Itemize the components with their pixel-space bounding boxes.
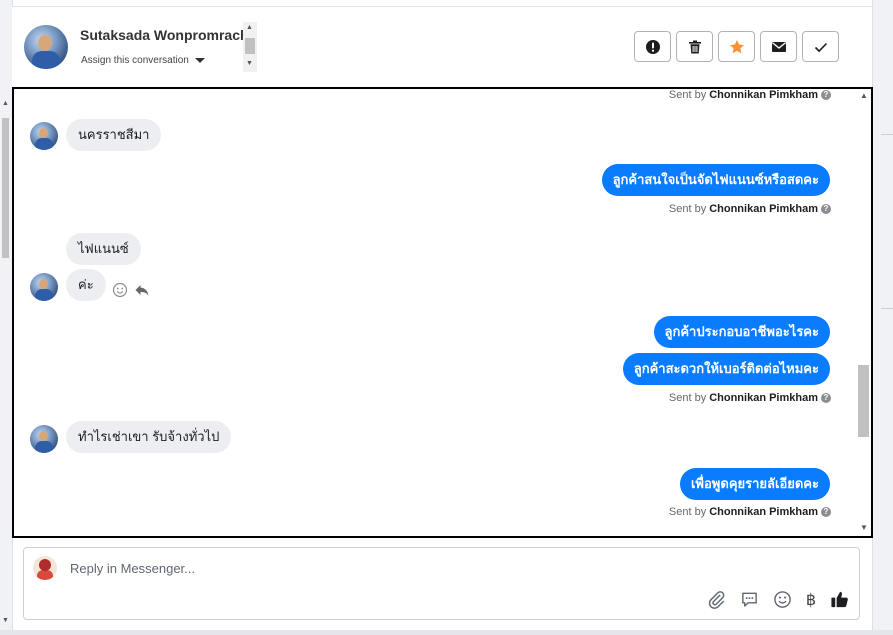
contact-avatar-small[interactable] bbox=[30, 425, 58, 453]
header-scrollbar-thumb[interactable] bbox=[245, 38, 255, 54]
check-icon bbox=[814, 42, 827, 52]
question-mark-icon[interactable]: ? bbox=[821, 90, 831, 100]
reply-input[interactable] bbox=[68, 560, 672, 577]
sent-by-label: Sent by Chonnikan Pimkham ? bbox=[669, 392, 831, 404]
message-tools bbox=[112, 282, 150, 298]
header-scrollbar[interactable]: ▲ ▼ bbox=[243, 22, 257, 72]
caret-down-icon bbox=[194, 58, 205, 63]
mark-done-button[interactable] bbox=[802, 31, 839, 62]
avatar-face bbox=[39, 279, 48, 289]
emoji-react-icon[interactable] bbox=[112, 282, 128, 298]
saved-replies-icon[interactable] bbox=[740, 590, 759, 609]
incoming-message[interactable]: ค่ะ bbox=[66, 269, 106, 301]
contact-name[interactable]: Sutaksada Wonpromrach bbox=[80, 27, 249, 43]
agent-name: Chonnikan Pimkham bbox=[709, 506, 818, 518]
sent-by-label: Sent by Chonnikan Pimkham ? bbox=[669, 203, 831, 215]
page-scrollbar-thumb[interactable] bbox=[2, 118, 9, 258]
sent-by-prefix: Sent by bbox=[668, 203, 707, 215]
avatar-face bbox=[39, 128, 48, 138]
scroll-down-arrow-icon[interactable]: ▼ bbox=[2, 617, 9, 624]
thread-scrollbar-thumb[interactable] bbox=[858, 365, 869, 437]
incoming-message[interactable]: ทำไรเช่าเขา รับจ้างทั่วไป bbox=[66, 421, 232, 453]
page-avatar bbox=[33, 556, 57, 580]
trash-icon bbox=[688, 40, 701, 53]
mark-unread-button[interactable] bbox=[760, 31, 797, 62]
avatar-body bbox=[37, 570, 53, 580]
reply-composer: ฿ bbox=[23, 547, 860, 620]
avatar-face bbox=[38, 35, 52, 51]
incoming-message[interactable]: นครราชสีมา bbox=[66, 119, 162, 151]
sent-by-label: Sent by Chonnikan Pimkham ? bbox=[669, 89, 831, 101]
star-icon bbox=[729, 39, 744, 53]
assign-label: Assign this conversation bbox=[81, 55, 189, 66]
paperclip-icon[interactable] bbox=[707, 590, 726, 609]
avatar-shirt bbox=[35, 289, 53, 301]
right-side-panel bbox=[872, 0, 893, 635]
divider bbox=[881, 134, 893, 135]
conversation-header: Sutaksada Wonpromrach Assign this conver… bbox=[12, 7, 872, 87]
envelope-icon bbox=[771, 41, 786, 52]
contact-avatar[interactable] bbox=[24, 25, 68, 69]
composer-tools: ฿ bbox=[707, 590, 849, 609]
scroll-up-arrow-icon[interactable]: ▲ bbox=[2, 100, 9, 107]
payment-baht-icon[interactable]: ฿ bbox=[806, 590, 816, 609]
agent-name: Chonnikan Pimkham bbox=[709, 203, 818, 215]
bottom-strip bbox=[0, 630, 893, 635]
question-mark-icon[interactable]: ? bbox=[821, 393, 831, 403]
agent-name: Chonnikan Pimkham bbox=[709, 89, 818, 101]
thread-scrollbar[interactable]: ▲ ▼ bbox=[856, 89, 871, 536]
divider bbox=[881, 308, 893, 309]
delete-button[interactable] bbox=[676, 31, 713, 62]
contact-avatar-small[interactable] bbox=[30, 122, 58, 150]
incoming-message[interactable]: ไฟแนนซ์ bbox=[66, 233, 141, 265]
emoji-icon[interactable] bbox=[773, 590, 792, 609]
message-thread[interactable]: Sent by Chonnikan Pimkham ? นครราชสีมา ล… bbox=[12, 87, 873, 538]
question-mark-icon[interactable]: ? bbox=[821, 507, 831, 517]
avatar-face bbox=[39, 431, 48, 441]
mark-spam-button[interactable] bbox=[634, 31, 671, 62]
contact-avatar-small[interactable] bbox=[30, 273, 58, 301]
question-mark-icon[interactable]: ? bbox=[821, 204, 831, 214]
assign-conversation-dropdown[interactable]: Assign this conversation bbox=[81, 55, 205, 66]
scroll-down-arrow-icon[interactable]: ▼ bbox=[860, 523, 868, 532]
scroll-down-arrow-icon[interactable]: ▼ bbox=[246, 60, 253, 67]
scroll-up-arrow-icon[interactable]: ▲ bbox=[860, 91, 868, 100]
sent-by-label: Sent by Chonnikan Pimkham ? bbox=[669, 506, 831, 518]
sent-by-prefix: Sent by bbox=[668, 89, 707, 101]
sent-by-prefix: Sent by bbox=[668, 506, 707, 518]
thumbs-up-icon[interactable] bbox=[830, 590, 849, 609]
outgoing-message[interactable]: ลูกค้าสนใจเป็นจัดไฟแนนซ์หรือสดคะ bbox=[601, 164, 830, 196]
avatar-shirt bbox=[35, 441, 53, 453]
exclamation-circle-icon bbox=[645, 39, 660, 54]
outgoing-message[interactable]: เพื่อพูดคุยรายลัเอียดคะ bbox=[679, 468, 830, 500]
star-button[interactable] bbox=[718, 31, 755, 62]
sent-by-prefix: Sent by bbox=[668, 392, 707, 404]
reply-icon[interactable] bbox=[134, 282, 150, 298]
scroll-up-arrow-icon[interactable]: ▲ bbox=[246, 24, 253, 31]
avatar-shirt bbox=[35, 138, 53, 150]
agent-name: Chonnikan Pimkham bbox=[709, 392, 818, 404]
avatar-shirt bbox=[32, 51, 60, 69]
outgoing-message[interactable]: ลูกค้าสะดวกให้เบอร์ติดต่อไหมคะ bbox=[622, 353, 830, 385]
avatar-head bbox=[39, 559, 51, 571]
outgoing-message[interactable]: ลูกค้าประกอบอาชีพอะไรคะ bbox=[653, 316, 830, 348]
conversation-actions bbox=[634, 31, 839, 62]
